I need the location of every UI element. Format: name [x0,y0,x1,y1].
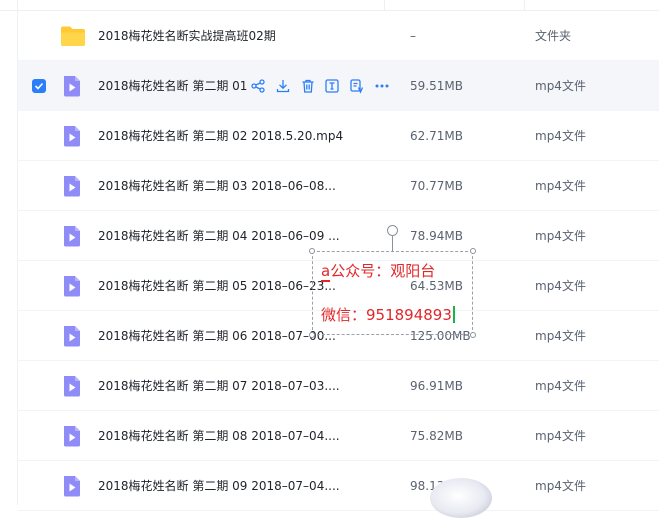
file-row[interactable]: 2018梅花姓名断 第二期 08 2018–07–04.... 75.82MB mp… [18,411,659,461]
file-size: 75.82MB [410,429,463,443]
video-file-icon [60,324,84,348]
column-divider-type[interactable] [524,0,525,10]
file-name[interactable]: 2018梅花姓名断 第二期 02 2018.5.20.mp4 [98,111,343,161]
file-name[interactable]: 2018梅花姓名断 第二期 01 [98,61,247,111]
watermark-a: a [321,262,331,282]
video-file-icon [60,124,84,148]
file-row[interactable]: 2018梅花姓名断 第二期 07 2018–07–03.... 96.91MB mp… [18,361,659,411]
watermark-line-1-text: 公众号：观阳台 [330,262,436,280]
file-size: 62.71MB [410,129,463,143]
video-file-icon [60,374,84,398]
file-row[interactable]: 2018梅花姓名断 第二期 03 2018–06–08... 70.77MB mp4… [18,161,659,211]
file-name[interactable]: 2018梅花姓名断 第二期 08 2018–07–04.... [98,411,340,461]
delete-icon[interactable] [300,78,316,94]
watermark-line-2: 微信：951894893 [321,304,455,325]
resize-handle-top-right[interactable] [470,248,476,254]
more-icon[interactable] [374,78,390,94]
file-size: 96.91MB [410,379,463,393]
file-name[interactable]: 2018梅花姓名断 第二期 04 2018–06–09 ... [98,211,340,261]
resize-handle-bottom-right[interactable] [470,332,476,338]
file-type: mp4文件 [535,279,586,293]
watermark-line-2-text: 微信：951894893 [321,306,452,324]
file-type: mp4文件 [535,329,586,343]
resize-handle-bottom-left[interactable] [309,332,315,338]
file-row[interactable]: 2018梅花姓名断 第二期 02 2018.5.20.mp4 62.71MB mp4… [18,111,659,161]
video-file-icon [60,274,84,298]
video-file-icon [60,174,84,198]
file-size: 59.51MB [410,79,463,93]
decorative-blob [430,478,492,518]
file-type: mp4文件 [535,129,586,143]
video-file-icon [60,424,84,448]
text-caret [452,306,455,323]
file-name[interactable]: 2018梅花姓名断 第二期 06 2018–07–00... [98,311,336,361]
file-name[interactable]: 2018梅花姓名断实战提高班02期 [98,11,276,61]
video-file-icon [60,74,84,98]
file-type: mp4文件 [535,479,586,493]
file-name[interactable]: 2018梅花姓名断 第二期 07 2018–07–03.... [98,361,340,411]
file-size: – [410,29,416,43]
rotate-stem [392,236,393,251]
file-row[interactable]: 2018梅花姓名断 第二期 01 59.51MB mp4文件 [18,61,659,111]
list-header-edge [0,0,659,11]
file-row[interactable]: 2018梅花姓名断 第二期 09 2018–07–04....98.13MBmp… [18,461,659,511]
watermark-line-1: a公众号：观阳台 [321,260,436,282]
rename-icon[interactable] [324,78,340,94]
rotate-handle[interactable] [387,225,398,236]
resize-handle-top-left[interactable] [309,248,315,254]
file-type: 文件夹 [535,29,572,43]
download-icon[interactable] [275,78,291,94]
row-checkbox[interactable] [32,79,46,93]
folder-row[interactable]: 2018梅花姓名断实战提高班02期 – 文件夹 [18,11,659,61]
file-name[interactable]: 2018梅花姓名断 第二期 09 2018–07–04.... [98,461,340,511]
file-name[interactable]: 2018梅花姓名断 第二期 05 2018–06–23... [98,261,336,311]
column-divider-size[interactable] [384,0,385,10]
copy-icon[interactable] [349,78,365,94]
file-type: mp4文件 [535,379,586,393]
file-type: mp4文件 [535,79,586,93]
video-file-icon [60,224,84,248]
folder-icon [60,24,85,48]
file-type: mp4文件 [535,179,586,193]
file-type: mp4文件 [535,429,586,443]
video-file-icon [60,474,84,498]
share-icon[interactable] [250,78,266,94]
file-size: 70.77MB [410,179,463,193]
file-type: mp4文件 [535,229,586,243]
file-name[interactable]: 2018梅花姓名断 第二期 03 2018–06–08... [98,161,336,211]
